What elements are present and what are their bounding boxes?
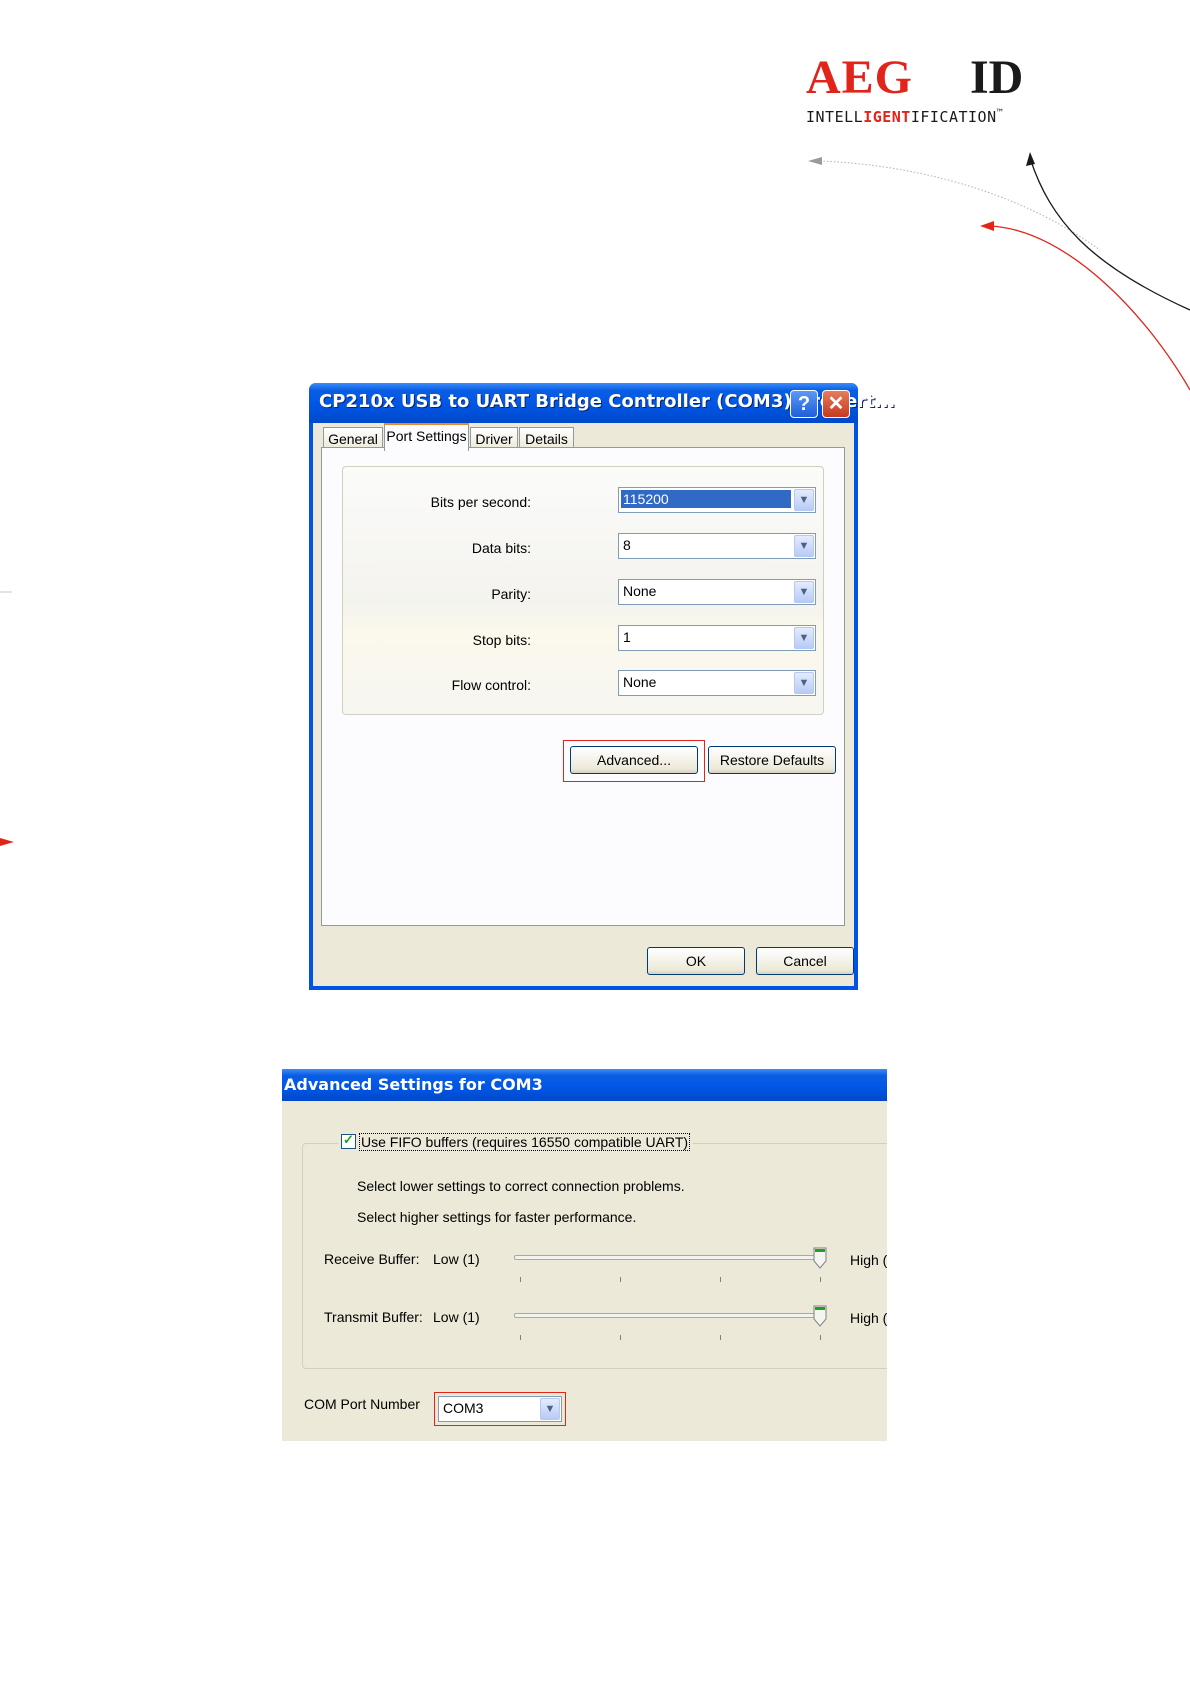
slider-thumb-icon[interactable] — [813, 1247, 827, 1269]
transmit-tick — [720, 1335, 721, 1340]
parity-label: Parity: — [491, 586, 531, 602]
stop-bits-select[interactable]: 1 ▼ — [618, 625, 816, 651]
tab-port-settings[interactable]: Port Settings — [384, 423, 469, 451]
port-settings-panel: Bits per second: 115200 ▼ Data bits: 8 ▼ P… — [321, 447, 845, 926]
grey-arrowhead — [808, 157, 822, 165]
checkmark-icon: ✓ — [343, 1132, 354, 1147]
receive-low-label: Low (1) — [433, 1251, 480, 1267]
grey-dotted-arc — [819, 160, 1101, 251]
receive-buffer-label: Receive Buffer: — [324, 1251, 420, 1267]
transmit-low-label: Low (1) — [433, 1309, 480, 1325]
transmit-high-label: High ( — [850, 1310, 887, 1326]
transmit-tick — [620, 1335, 621, 1340]
com-port-select[interactable]: COM3 ▼ — [438, 1396, 562, 1422]
fifo-label: Use FIFO buffers (requires 16550 compati… — [359, 1133, 691, 1151]
receive-tick — [520, 1277, 521, 1282]
transmit-tick — [820, 1335, 821, 1340]
advanced-button[interactable]: Advanced... — [570, 746, 698, 774]
flow-control-label: Flow control: — [451, 677, 531, 693]
dropdown-arrow-icon[interactable]: ▼ — [540, 1398, 560, 1420]
cancel-button[interactable]: Cancel — [756, 947, 854, 975]
black-arrowhead — [1026, 152, 1035, 166]
com-port-value: COM3 — [443, 1400, 484, 1416]
properties-titlebar[interactable]: CP210x USB to UART Bridge Controller (CO… — [309, 383, 895, 423]
transmit-buffer-track[interactable] — [514, 1313, 816, 1318]
logo-brand: AEG — [806, 51, 914, 104]
receive-buffer-track[interactable] — [514, 1255, 816, 1260]
dropdown-arrow-icon[interactable]: ▼ — [794, 581, 814, 603]
slider-thumb-icon[interactable] — [813, 1305, 827, 1327]
flow-control-select[interactable]: None ▼ — [618, 670, 816, 696]
parity-select[interactable]: None ▼ — [618, 579, 816, 605]
com-port-label: COM Port Number — [304, 1396, 420, 1412]
receive-high-label: High ( — [850, 1252, 887, 1268]
properties-body: General Port Settings Driver Details Bit… — [313, 423, 854, 986]
ok-button[interactable]: OK — [647, 947, 745, 975]
close-icon[interactable]: ✕ — [822, 390, 850, 418]
logo-id: ID — [970, 51, 1024, 104]
restore-defaults-button[interactable]: Restore Defaults — [708, 746, 836, 774]
hint-lower: Select lower settings to correct connect… — [357, 1178, 685, 1194]
aeg-id-logo: AEG ID INTELLIGENTIFICATION™ — [800, 52, 1060, 132]
checkbox-box[interactable]: ✓ — [341, 1132, 356, 1149]
red-arrowhead — [980, 221, 994, 231]
data-bits-select[interactable]: 8 ▼ — [618, 533, 816, 559]
left-red-arrowhead — [0, 838, 14, 846]
transmit-tick — [520, 1335, 521, 1340]
stop-bits-label: Stop bits: — [472, 632, 531, 648]
dropdown-arrow-icon[interactable]: ▼ — [794, 672, 814, 694]
advanced-settings-dialog: Advanced Settings for COM3 ✓ Use FIFO buf… — [282, 1069, 887, 1441]
advanced-title: Advanced Settings for COM3 — [284, 1075, 543, 1094]
fifo-checkbox[interactable]: ✓ Use FIFO buffers (requires 16550 compat… — [338, 1132, 694, 1151]
dropdown-arrow-icon[interactable]: ▼ — [794, 535, 814, 557]
transmit-buffer-label: Transmit Buffer: — [324, 1309, 423, 1325]
data-bits-label: Data bits: — [471, 540, 531, 556]
receive-tick — [820, 1277, 821, 1282]
bits-per-second-select[interactable]: 115200 ▼ — [618, 487, 816, 513]
bits-per-second-label: Bits per second: — [430, 494, 531, 510]
help-icon[interactable]: ? — [790, 390, 818, 418]
dropdown-arrow-icon[interactable]: ▼ — [794, 627, 814, 649]
receive-tick — [720, 1277, 721, 1282]
advanced-titlebar[interactable]: Advanced Settings for COM3 — [282, 1069, 887, 1101]
hint-higher: Select higher settings for faster perfor… — [357, 1209, 637, 1225]
port-settings-group: Bits per second: 115200 ▼ Data bits: 8 ▼ P… — [342, 466, 824, 715]
receive-tick — [620, 1277, 621, 1282]
dropdown-arrow-icon[interactable]: ▼ — [794, 489, 814, 511]
red-arc — [989, 225, 1190, 391]
properties-dialog: CP210x USB to UART Bridge Controller (CO… — [309, 383, 895, 990]
logo-tagline: INTELLIGENTIFICATION™ — [806, 108, 1004, 126]
